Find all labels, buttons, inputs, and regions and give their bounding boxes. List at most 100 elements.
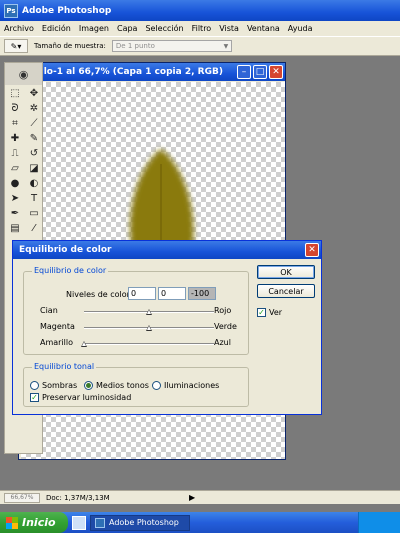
close-icon: ✕ — [272, 67, 280, 77]
document-title: tulo-1 al 66,7% (Capa 1 copia 2, RGB) — [33, 67, 223, 77]
tone-balance-group-label: Equilibrio tonal — [32, 362, 97, 371]
menu-edicion[interactable]: Edición — [42, 24, 71, 33]
zoom-field[interactable]: 66,67% — [4, 492, 40, 503]
slider-right-label: Verde — [214, 322, 237, 331]
history-brush-icon[interactable]: ↺ — [25, 147, 43, 161]
menu-bar: Archivo Edición Imagen Capa Selección Fi… — [0, 21, 400, 36]
start-label: Inicio — [22, 516, 56, 529]
eraser-icon[interactable]: ▱ — [6, 162, 24, 176]
radio-label: Sombras — [42, 381, 78, 390]
app-title-bar: Ps Adobe Photoshop — [0, 0, 400, 21]
sample-size-select[interactable]: De 1 punto ▼ — [111, 40, 232, 52]
start-button[interactable]: Inicio — [0, 512, 68, 533]
slider-track[interactable] — [84, 343, 214, 345]
menu-ayuda[interactable]: Ayuda — [288, 24, 313, 33]
healing-brush-icon[interactable]: ✚ — [6, 132, 24, 146]
menu-filtro[interactable]: Filtro — [192, 24, 212, 33]
slider-thumb[interactable] — [146, 325, 152, 331]
ok-button[interactable]: OK — [257, 265, 315, 279]
level-input-magenta-green[interactable]: 0 — [158, 287, 186, 300]
level-value: 0 — [131, 289, 137, 298]
slider-left-label: Cian — [40, 306, 58, 315]
taskbar-item-photoshop[interactable]: Adobe Photoshop — [90, 514, 190, 531]
menu-archivo[interactable]: Archivo — [4, 24, 34, 33]
preview-checkbox[interactable]: ✓ Ver — [257, 308, 282, 317]
eye-logo-icon: ◉ — [18, 67, 29, 81]
type-icon[interactable]: T — [25, 192, 43, 206]
level-value: -100 — [191, 289, 210, 298]
chevron-down-icon: ▼ — [223, 42, 229, 50]
zoom-value: 66,67% — [10, 494, 34, 501]
slice-icon[interactable]: ⟋ — [25, 117, 43, 131]
menu-vista[interactable]: Vista — [219, 24, 239, 33]
eyedropper-icon: ✎▾ — [10, 41, 22, 51]
radio-label: Medios tonos — [96, 381, 149, 390]
level-input-cyan-red[interactable]: 0 — [128, 287, 156, 300]
dodge-icon[interactable]: ◐ — [25, 177, 43, 191]
menu-capa[interactable]: Capa — [117, 24, 137, 33]
menu-ventana[interactable]: Ventana — [247, 24, 280, 33]
pen-icon[interactable]: ✒ — [6, 207, 24, 221]
blur-icon[interactable]: ● — [6, 177, 24, 191]
checkbox-check-icon: ✓ — [30, 393, 39, 402]
close-icon: ✕ — [308, 245, 316, 255]
slider-right-label: Azul — [214, 338, 231, 347]
slider-thumb[interactable] — [81, 341, 87, 347]
dialog-title: Equilibrio de color — [19, 245, 112, 255]
crop-icon[interactable]: ⌗ — [6, 117, 24, 131]
maximize-icon: □ — [255, 67, 265, 77]
sample-size-label: Tamaño de muestra: — [34, 42, 106, 50]
slider-thumb[interactable] — [146, 309, 152, 315]
levels-label: Niveles de color: — [66, 290, 133, 299]
path-select-icon[interactable]: ➤ — [6, 192, 24, 206]
menu-seleccion[interactable]: Selección — [145, 24, 183, 33]
preserve-luminosity-checkbox[interactable]: ✓ Preservar luminosidad — [30, 393, 131, 402]
tone-balance-group: Equilibrio tonal Sombras Medios tonos Il… — [23, 362, 249, 407]
radio-indicator — [30, 381, 39, 390]
system-tray — [358, 512, 400, 533]
status-menu-arrow-icon[interactable]: ▶ — [189, 493, 195, 502]
cancel-label: Cancelar — [268, 286, 304, 296]
radio-label: Iluminaciones — [164, 381, 220, 390]
maximize-button[interactable]: □ — [253, 65, 267, 79]
dialog-title-bar[interactable]: Equilibrio de color — [13, 241, 321, 259]
gradient-icon[interactable]: ◪ — [25, 162, 43, 176]
color-balance-group-label: Equilibrio de color — [32, 266, 109, 275]
slider-cyan-red: Cian Rojo — [24, 304, 254, 318]
radio-shadows[interactable]: Sombras — [30, 381, 77, 390]
checkbox-check-icon: ✓ — [257, 308, 266, 317]
move-icon[interactable]: ✥ — [25, 87, 43, 101]
clone-stamp-icon[interactable]: ⎍ — [6, 147, 24, 161]
level-input-yellow-blue[interactable]: -100 — [188, 287, 216, 300]
radio-highlights[interactable]: Iluminaciones — [152, 381, 219, 390]
options-bar: ✎▾ Tamaño de muestra: De 1 punto ▼ — [0, 36, 400, 56]
taskbar: Inicio Adobe Photoshop — [0, 512, 400, 533]
minimize-icon: – — [241, 67, 247, 77]
lasso-icon[interactable]: ᘐ — [6, 102, 24, 116]
app-title: Adobe Photoshop — [22, 5, 112, 16]
preserve-luminosity-label: Preservar luminosidad — [42, 393, 132, 402]
shape-icon[interactable]: ▭ — [25, 207, 43, 221]
eyedropper-icon[interactable]: ⁄ — [25, 222, 43, 236]
taskbar-item-label: Adobe Photoshop — [109, 518, 179, 527]
magic-wand-icon[interactable]: ✲ — [25, 102, 43, 116]
sample-size-value: De 1 punto — [115, 42, 155, 50]
brush-icon[interactable]: ✎ — [25, 132, 43, 146]
cancel-button[interactable]: Cancelar — [257, 284, 315, 298]
notes-icon[interactable]: ▤ — [6, 222, 24, 236]
menu-imagen[interactable]: Imagen — [79, 24, 109, 33]
slider-yellow-blue: Amarillo Azul — [24, 336, 254, 350]
radio-indicator — [152, 381, 161, 390]
toolbox-header[interactable]: ◉ — [5, 63, 42, 85]
photoshop-logo-icon: Ps — [4, 3, 18, 18]
quick-launch-icon[interactable] — [72, 515, 86, 530]
color-balance-group: Equilibrio de color Niveles de color: 0 … — [23, 266, 249, 355]
tool-preset-picker[interactable]: ✎▾ — [4, 39, 28, 53]
dialog-close-button[interactable]: ✕ — [305, 243, 319, 257]
close-document-button[interactable]: ✕ — [269, 65, 283, 79]
marquee-icon[interactable]: ⬚ — [6, 87, 24, 101]
minimize-button[interactable]: – — [237, 65, 251, 79]
level-value: 0 — [161, 289, 167, 298]
ok-label: OK — [280, 267, 292, 277]
radio-midtones[interactable]: Medios tonos — [84, 381, 149, 390]
